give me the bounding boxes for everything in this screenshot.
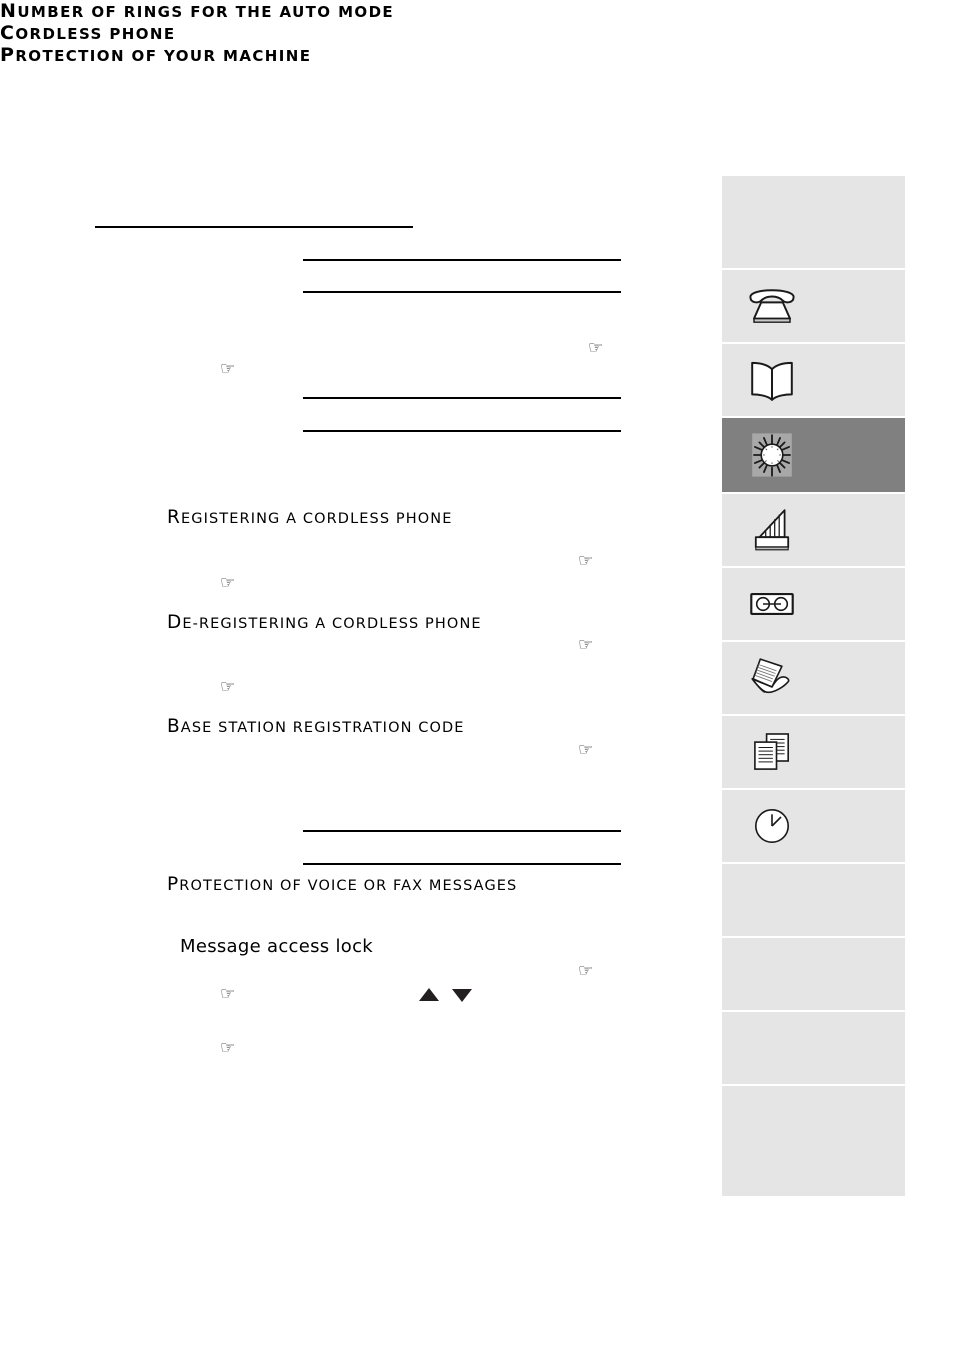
section-title-cordless-phone-text: CORDLESS PHONE bbox=[0, 22, 176, 44]
signal-bars-icon bbox=[745, 505, 799, 555]
pointing-hand-glyph: ☞ bbox=[578, 551, 594, 571]
subheading-base-station-registration-code: BASE STATION REGISTRATION CODE bbox=[167, 716, 465, 737]
pointing-hand-glyph: ☞ bbox=[220, 984, 236, 1004]
pointing-hand-glyph: ☞ bbox=[588, 338, 604, 358]
pointing-hand-icon: ☞ bbox=[220, 575, 235, 592]
sidebar-item-blank-2[interactable] bbox=[722, 938, 905, 1010]
heading-message-access-lock-text: Message access lock bbox=[180, 936, 374, 957]
arrow-up-icon[interactable] bbox=[419, 988, 439, 1001]
dial-sun-icon bbox=[745, 430, 799, 480]
pointing-hand-glyph: ☞ bbox=[578, 635, 594, 655]
subheading-de-registering-a-cordless-phone: DE-REGISTERING A CORDLESS PHONE bbox=[167, 612, 482, 633]
sidebar-item-setup[interactable] bbox=[722, 418, 905, 492]
subheading-de-registering-a-cordless-phone-text: DE-REGISTERING A CORDLESS PHONE bbox=[167, 612, 482, 633]
arrow-down-icon[interactable] bbox=[452, 989, 472, 1002]
open-book-icon bbox=[745, 355, 799, 405]
sidebar-item-fax-send[interactable] bbox=[722, 642, 905, 714]
pointing-hand-glyph: ☞ bbox=[578, 961, 594, 981]
pointing-hand-icon: ☞ bbox=[220, 679, 235, 696]
telephone-icon bbox=[745, 281, 799, 331]
pointing-hand-icon: ☞ bbox=[220, 986, 235, 1003]
subheading-registering-a-cordless-phone: REGISTERING A CORDLESS PHONE bbox=[167, 507, 452, 528]
sidebar-item-directory[interactable] bbox=[722, 344, 905, 416]
section-title-number-of-rings-text: NUMBER OF RINGS FOR THE AUTO MODE bbox=[0, 0, 395, 22]
sidebar-item-blank-4[interactable] bbox=[722, 1086, 905, 1196]
subheading-protection-of-voice-or-fax-messages-text: PROTECTION OF VOICE OR FAX MESSAGES bbox=[167, 874, 518, 895]
sidebar-item-copy[interactable] bbox=[722, 716, 905, 788]
sidebar-item-blank-top[interactable] bbox=[722, 176, 905, 268]
section-title-cordless-phone: CORDLESS PHONE bbox=[0, 22, 954, 44]
document-page: NUMBER OF RINGS FOR THE AUTO MODE ☞ ☞ CO… bbox=[0, 0, 954, 1351]
pointing-hand-glyph: ☞ bbox=[578, 740, 594, 760]
fax-document-icon bbox=[745, 653, 799, 703]
subheading-base-station-registration-code-text: BASE STATION REGISTRATION CODE bbox=[167, 716, 465, 737]
pointing-hand-glyph: ☞ bbox=[220, 359, 236, 379]
band-rule-top-rings bbox=[303, 259, 621, 261]
pointing-hand-icon: ☞ bbox=[578, 963, 593, 980]
band-rule-top-cordless bbox=[303, 397, 621, 399]
section-title-number-of-rings: NUMBER OF RINGS FOR THE AUTO MODE bbox=[0, 0, 954, 22]
band-rule-top-protection bbox=[303, 830, 621, 832]
pointing-hand-icon: ☞ bbox=[578, 637, 593, 654]
top-left-divider-rule bbox=[95, 226, 413, 228]
clock-icon bbox=[745, 801, 799, 851]
subheading-registering-a-cordless-phone-text: REGISTERING A CORDLESS PHONE bbox=[167, 507, 453, 528]
pointing-hand-icon: ☞ bbox=[220, 361, 235, 378]
section-title-protection-of-your-machine: PROTECTION OF YOUR MACHINE bbox=[0, 44, 954, 66]
section-title-protection-of-your-machine-text: PROTECTION OF YOUR MACHINE bbox=[0, 44, 312, 66]
sidebar-item-clock[interactable] bbox=[722, 790, 905, 862]
pointing-hand-glyph: ☞ bbox=[220, 1038, 236, 1058]
pointing-hand-icon: ☞ bbox=[578, 553, 593, 570]
cassette-tape-icon bbox=[745, 579, 799, 629]
sidebar-item-blank-1[interactable] bbox=[722, 864, 905, 936]
sidebar-item-cassette[interactable] bbox=[722, 568, 905, 640]
band-rule-bottom-cordless bbox=[303, 430, 621, 432]
heading-message-access-lock: Message access lock bbox=[180, 936, 373, 957]
pointing-hand-icon: ☞ bbox=[588, 340, 603, 357]
pointing-hand-glyph: ☞ bbox=[220, 677, 236, 697]
sidebar-item-blank-3[interactable] bbox=[722, 1012, 905, 1084]
sidebar-item-answering-machine[interactable] bbox=[722, 494, 905, 566]
band-rule-bottom-rings bbox=[303, 291, 621, 293]
band-rule-bottom-protection bbox=[303, 863, 621, 865]
subheading-protection-of-voice-or-fax-messages: PROTECTION OF VOICE OR FAX MESSAGES bbox=[167, 874, 517, 895]
pointing-hand-glyph: ☞ bbox=[220, 573, 236, 593]
sidebar-tab-strip bbox=[722, 176, 905, 1198]
pointing-hand-icon: ☞ bbox=[220, 1040, 235, 1057]
sidebar-item-telephone[interactable] bbox=[722, 270, 905, 342]
copy-pages-icon bbox=[745, 727, 799, 777]
pointing-hand-icon: ☞ bbox=[578, 742, 593, 759]
